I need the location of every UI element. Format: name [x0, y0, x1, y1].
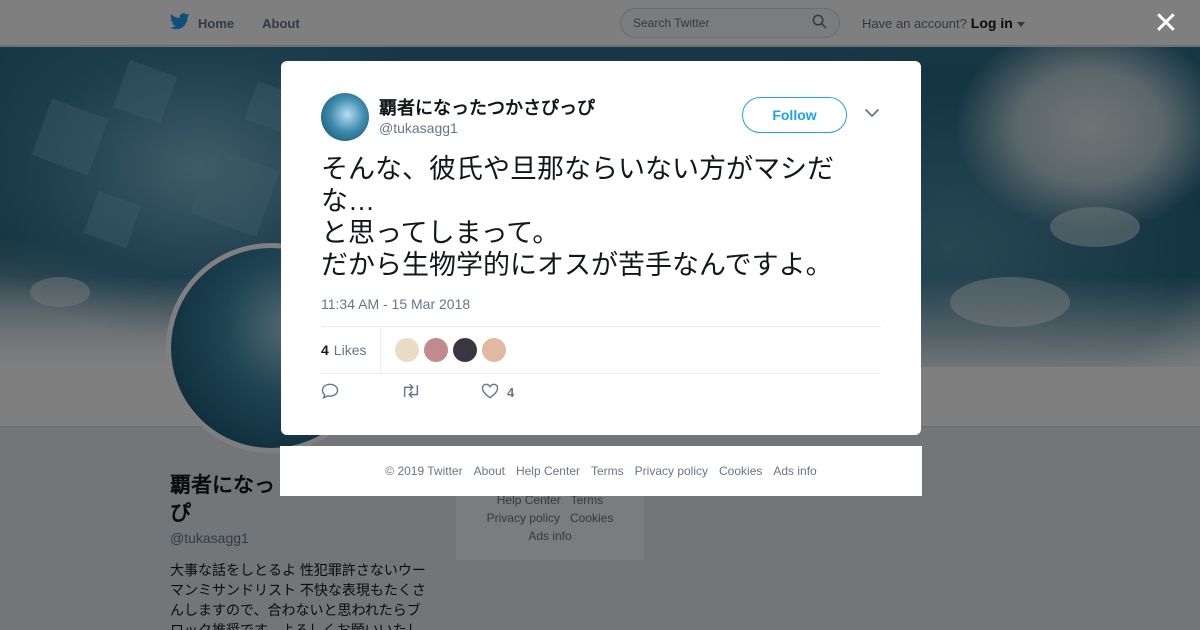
footer-link-cookies[interactable]: Cookies	[719, 464, 762, 478]
tweet-modal: 覇者になったつかさぴっぴ @tukasagg1 Follow そんな、彼氏や旦那…	[281, 61, 921, 435]
tweet-author-avatar[interactable]	[321, 93, 369, 141]
tweet-actions: 4	[321, 383, 514, 402]
reply-button[interactable]	[321, 383, 401, 402]
like-count: 4	[507, 385, 515, 400]
modal-footer: © 2019 Twitter About Help Center Terms P…	[280, 446, 922, 496]
liker-avatar[interactable]	[395, 338, 420, 362]
tweet-text: そんな、彼氏や旦那ならいない方がマシだな… と思ってしまって。 だから生物学的に…	[321, 154, 834, 280]
chevron-down-icon[interactable]	[864, 105, 880, 121]
footer-copyright: © 2019 Twitter	[385, 464, 463, 478]
liker-avatar[interactable]	[424, 338, 449, 362]
follow-button[interactable]: Follow	[742, 97, 847, 133]
retweet-icon	[401, 383, 421, 402]
footer-link-privacy[interactable]: Privacy policy	[635, 464, 708, 478]
likes-label: Likes	[333, 342, 367, 358]
tweet-author-handle[interactable]: @tukasagg1	[379, 120, 458, 136]
tweet-stats: 4 Likes	[321, 326, 881, 374]
footer-link-terms[interactable]: Terms	[591, 464, 624, 478]
like-button[interactable]: 4	[481, 383, 514, 402]
footer-link-ads[interactable]: Ads info	[773, 464, 816, 478]
liker-avatar[interactable]	[453, 338, 478, 362]
tweet-author-name[interactable]: 覇者になったつかさぴっぴ	[379, 94, 595, 120]
liker-avatar[interactable]	[482, 338, 507, 362]
reply-icon	[321, 383, 339, 402]
heart-icon	[481, 383, 499, 402]
close-icon[interactable]: ✕	[1152, 9, 1180, 39]
footer-link-about[interactable]: About	[474, 464, 505, 478]
likes-count: 4	[321, 342, 329, 358]
tweet-timestamp[interactable]: 11:34 AM - 15 Mar 2018	[321, 296, 470, 312]
likers-list	[395, 338, 507, 362]
retweet-button[interactable]	[401, 383, 481, 402]
footer-link-help[interactable]: Help Center	[516, 464, 580, 478]
likes-stat[interactable]: 4 Likes	[321, 326, 382, 374]
